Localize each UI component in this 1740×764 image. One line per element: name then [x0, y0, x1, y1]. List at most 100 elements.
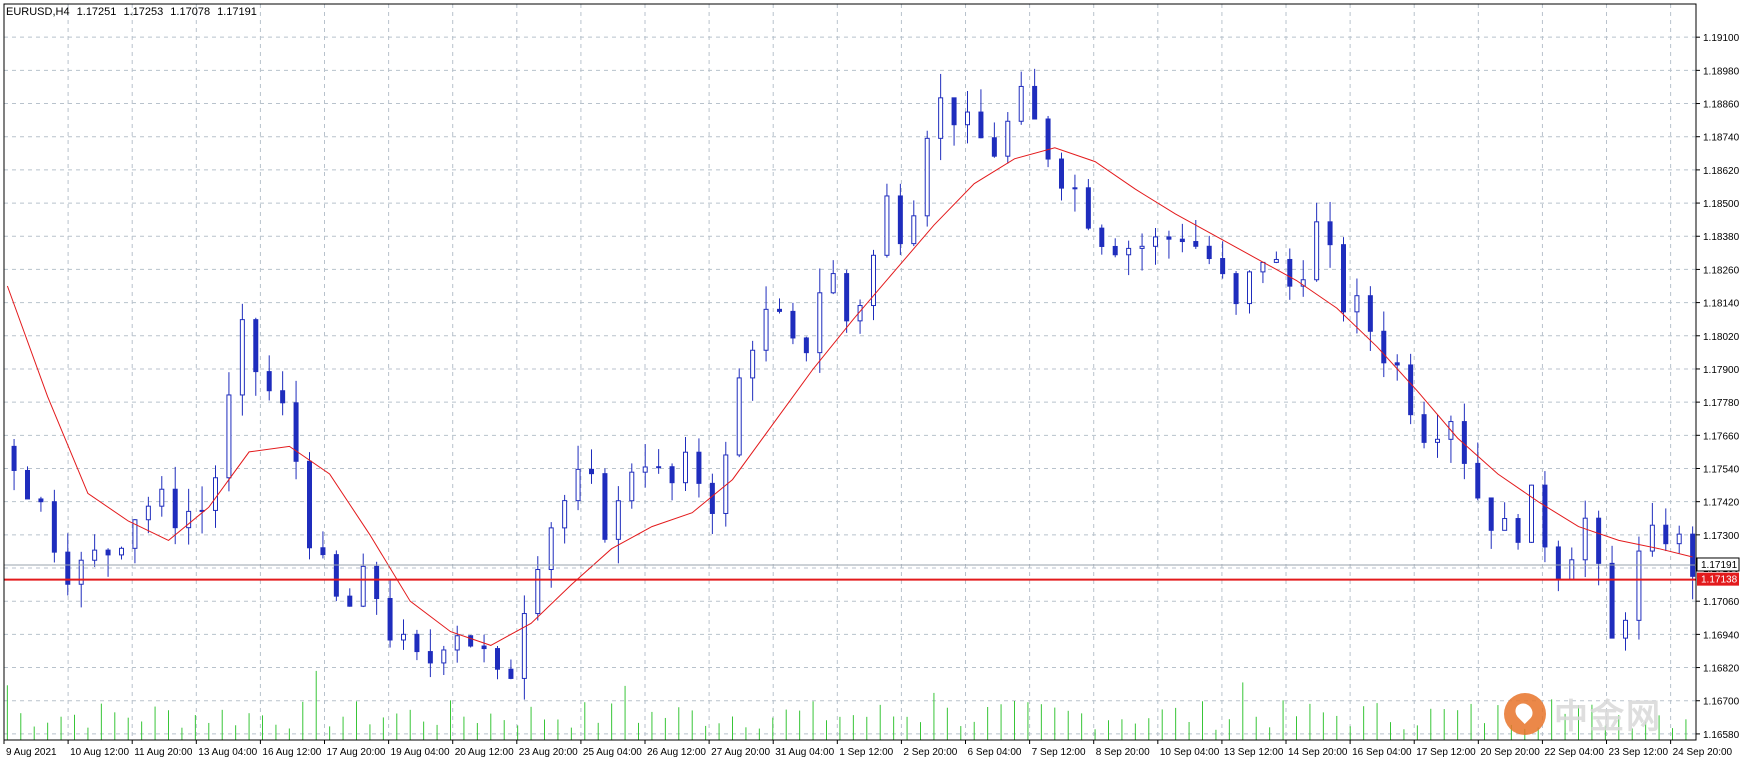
- candle-body: [1623, 619, 1628, 639]
- candle-body: [266, 371, 272, 392]
- candle-body: [965, 111, 970, 126]
- candle-body: [1153, 236, 1158, 247]
- candle-body: [172, 488, 178, 529]
- candle-body: [1502, 518, 1508, 531]
- candle-body: [1045, 118, 1051, 160]
- candle-body: [884, 195, 890, 256]
- candle-body: [1260, 261, 1266, 273]
- candle-body: [736, 377, 742, 456]
- candle-body: [1139, 245, 1145, 249]
- candle-body: [1488, 497, 1494, 531]
- candle-body: [78, 559, 84, 585]
- candle-body: [1381, 330, 1387, 364]
- time-axis-label: 27 Aug 20:00: [711, 747, 770, 758]
- candle-body: [1529, 484, 1534, 543]
- watermark-text: 中金网: [1554, 697, 1662, 737]
- candle-body: [239, 319, 245, 396]
- time-axis-label: 20 Aug 12:00: [455, 747, 514, 758]
- candle-body: [1555, 546, 1561, 580]
- candle-body: [1354, 295, 1360, 313]
- price-axis-label: 1.18140: [1703, 299, 1740, 310]
- time-axis-label: 1 Sep 12:00: [839, 747, 893, 758]
- time-axis-label: 22 Sep 04:00: [1544, 747, 1604, 758]
- candle-body: [1273, 258, 1279, 263]
- current-price-label: 1.17191: [1701, 560, 1738, 571]
- candle-body: [374, 565, 380, 600]
- candle-body: [320, 547, 326, 556]
- candle-body: [629, 471, 635, 502]
- candle-body: [1112, 245, 1118, 256]
- time-axis-label: 8 Sep 20:00: [1096, 747, 1150, 758]
- candle-body: [414, 633, 420, 653]
- chart-window[interactable]: 1.19100 1.18980 1.18860 1.18740 1.18620 1.185…: [0, 0, 1740, 764]
- candle-body: [897, 195, 903, 245]
- time-axis-label: 24 Sep 20:00: [1673, 747, 1733, 758]
- candle-body: [1341, 244, 1346, 313]
- time-axis-label: 10 Aug 12:00: [70, 747, 129, 758]
- candle-body: [683, 451, 688, 484]
- time-axis-label: 10 Sep 04:00: [1160, 747, 1220, 758]
- candle-body: [911, 215, 917, 245]
- time-axis-label: 25 Aug 04:00: [583, 747, 642, 758]
- candle-body: [226, 394, 232, 479]
- candle-body: [1690, 533, 1696, 577]
- candle-body: [924, 137, 930, 217]
- candle-body: [481, 645, 487, 650]
- candle-body: [951, 97, 957, 126]
- price-chart[interactable]: 1.19100 1.18980 1.18860 1.18740 1.18620 1.185…: [0, 0, 1740, 764]
- candle-body: [589, 468, 594, 475]
- candle-body: [1569, 559, 1575, 580]
- candle-body: [1408, 364, 1414, 416]
- time-axis-label: 23 Aug 20:00: [519, 747, 578, 758]
- price-axis-label: 1.16580: [1703, 730, 1740, 741]
- time-axis-label: 16 Aug 12:00: [262, 747, 321, 758]
- candle-body: [441, 649, 447, 664]
- candle-body: [1421, 414, 1427, 443]
- candle-body: [508, 668, 514, 679]
- price-axis-label: 1.17420: [1703, 498, 1740, 509]
- candle-body: [253, 319, 259, 373]
- candle-body: [333, 554, 339, 597]
- candle-body: [1435, 438, 1440, 443]
- candle-body: [1542, 484, 1548, 548]
- time-axis-label: 13 Aug 04:00: [198, 747, 257, 758]
- candle-body: [347, 595, 353, 607]
- time-axis-label: 13 Sep 12:00: [1224, 747, 1284, 758]
- high-value: 1.17253: [123, 6, 164, 18]
- candle-body: [51, 501, 57, 553]
- candle-body: [938, 97, 944, 139]
- candle-body: [978, 111, 984, 139]
- candle-body: [11, 445, 17, 471]
- candle-body: [1032, 85, 1038, 120]
- candle-body: [790, 310, 796, 339]
- candle-body: [454, 635, 460, 651]
- price-axis-label: 1.17300: [1703, 531, 1740, 542]
- candle-body: [1327, 221, 1333, 246]
- candle-body: [709, 482, 715, 514]
- candle-body: [1193, 241, 1199, 247]
- candle-body: [1206, 245, 1212, 260]
- price-axis-label: 1.19100: [1703, 33, 1740, 44]
- candle-body: [1085, 187, 1091, 229]
- candle-body: [830, 273, 836, 294]
- price-axis-label: 1.16700: [1703, 697, 1740, 708]
- time-axis-label: 2 Sep 20:00: [903, 747, 957, 758]
- candle-body: [844, 273, 850, 322]
- watermark-logo-icon: [1504, 692, 1546, 735]
- time-axis-label: 16 Sep 04:00: [1352, 747, 1412, 758]
- candle-body: [575, 468, 581, 502]
- candle-body: [1596, 517, 1602, 564]
- candle-body: [25, 469, 30, 500]
- price-axis-label: 1.18980: [1703, 66, 1740, 77]
- time-axis-label: 11 Aug 20:00: [134, 747, 193, 758]
- candle-body: [1475, 462, 1481, 499]
- candle-body: [213, 477, 218, 511]
- time-axis-label: 31 Aug 04:00: [775, 747, 834, 758]
- price-axis-label: 1.17060: [1703, 597, 1740, 608]
- candle-body: [145, 505, 151, 521]
- candle-body: [1220, 258, 1226, 275]
- symbol-timeframe: EURUSD,H4: [6, 6, 70, 18]
- candle-body: [803, 337, 809, 354]
- price-axis-label: 1.18020: [1703, 332, 1740, 343]
- price-axis-label: 1.17900: [1703, 365, 1740, 376]
